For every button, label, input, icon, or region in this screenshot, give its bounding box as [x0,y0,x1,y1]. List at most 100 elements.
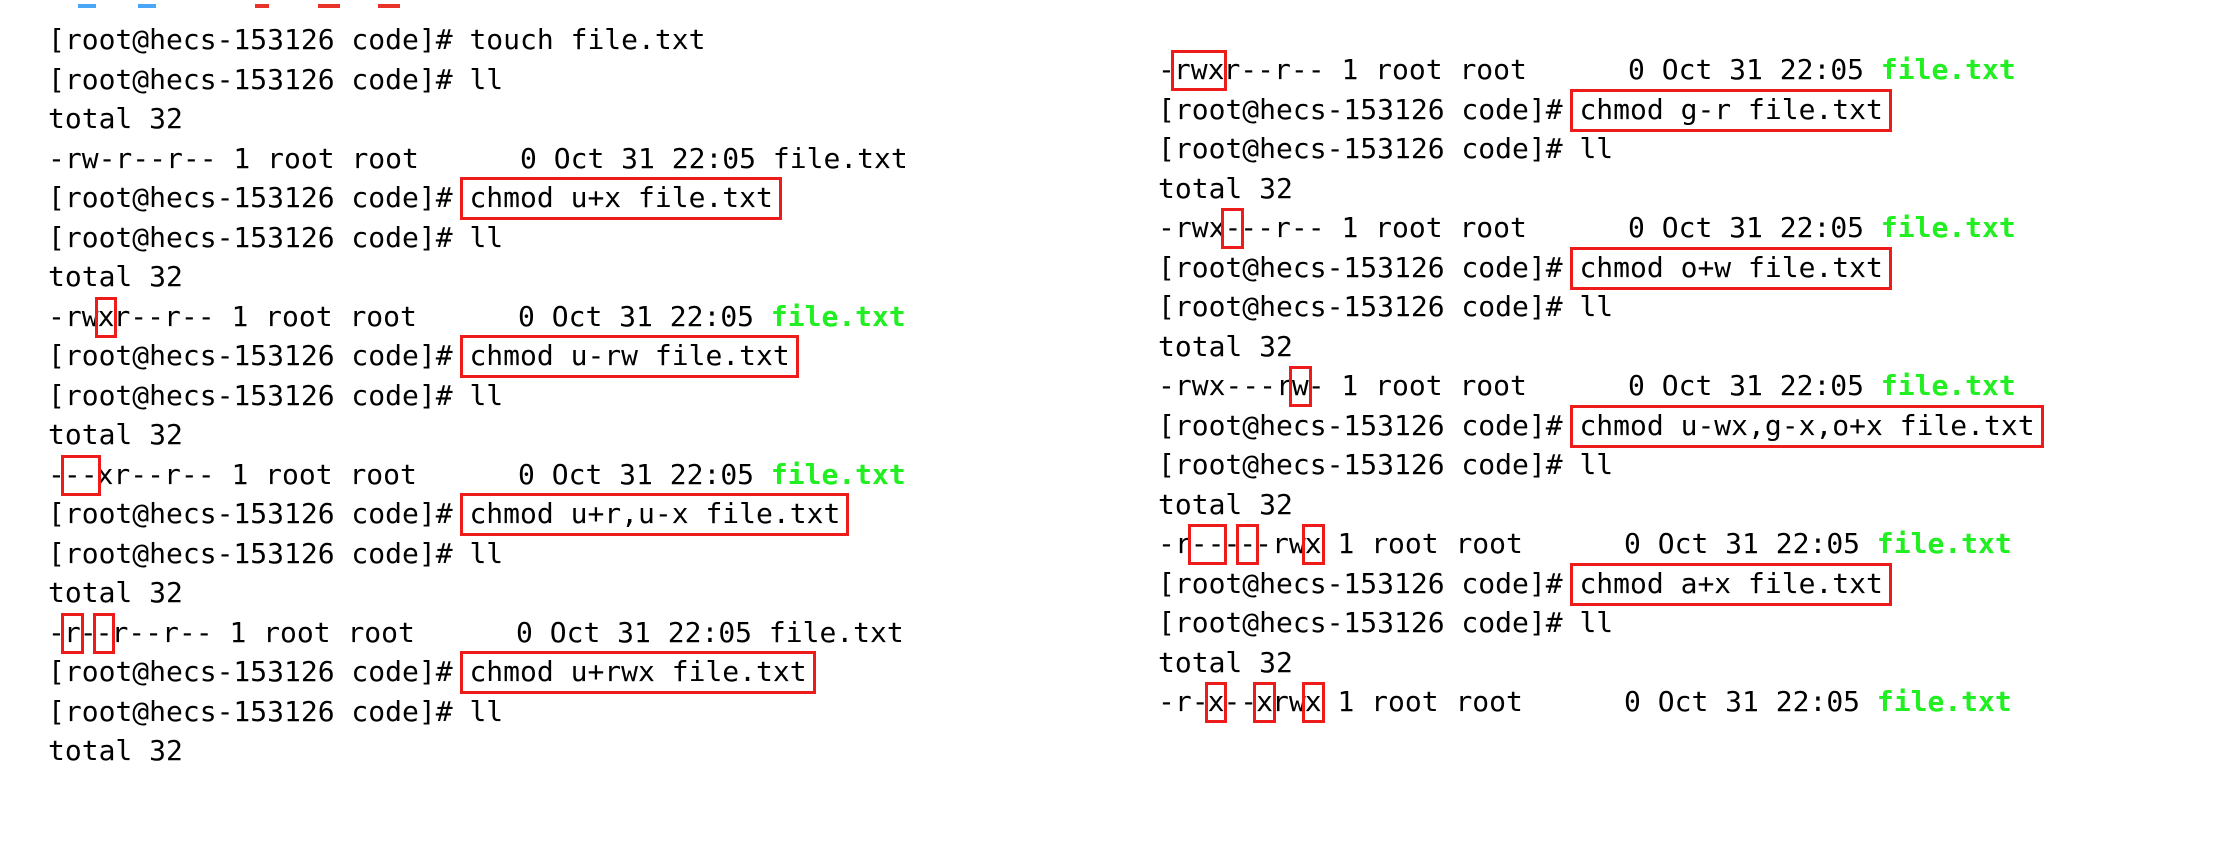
shell-prompt: [root@hecs-153126 code]# [48,536,470,570]
shell-prompt: [root@hecs-153126 code]# [1158,132,1580,165]
terminal-command-line: [root@hecs-153126 code]# ll [48,376,908,416]
shell-command: touch file.txt [469,23,706,56]
listing-filename: file.txt [768,615,904,649]
highlighted-command: chmod a+x file.txt [1570,562,1892,606]
listing-filename: file.txt [1880,53,2016,86]
highlighted-command: chmod u+x file.txt [460,177,782,220]
highlighted-permission-char: x [1301,682,1325,723]
scrolled-line-remnant-0 [78,4,96,8]
shell-prompt: [root@hecs-153126 code]# [1158,92,1580,126]
perm-chars: rw [1272,685,1306,718]
terminal-command-line: [root@hecs-153126 code]# chmod u-wx,g-x,… [1158,404,2044,448]
terminal-command-line: [root@hecs-153126 code]# ll [48,60,908,100]
perm-chars: -r [1158,527,1192,560]
perm-chars: -rw [48,299,99,333]
terminal-output-line: total 32 [48,99,908,139]
shell-prompt: [root@hecs-153126 code]# [1158,606,1580,639]
perm-chars: - [79,615,97,649]
shell-prompt: [root@hecs-153126 code]# [1158,290,1580,323]
highlighted-command: chmod u+rwx file.txt [460,651,816,694]
perm-chars: xr--r-- [96,457,215,491]
shell-prompt: [root@hecs-153126 code]# [48,497,470,530]
file-listing-line: -rw-r--r-- 1 root root 0 Oct 31 22:05 fi… [48,139,908,179]
terminal-output-line: total 32 [48,257,908,297]
shell-prompt: [root@hecs-153126 code]# [48,694,470,728]
shell-command: ll [1579,132,1614,165]
output-text: total 32 [1158,487,1293,521]
perm-chars: -rwx---r [1158,369,1293,402]
file-listing-line: -rwxr--r-- 1 root root 0 Oct 31 22:05 fi… [48,296,908,338]
listing-metadata: 1 root root 0 Oct 31 22:05 [214,299,771,333]
shell-prompt: [root@hecs-153126 code]# [48,23,470,56]
terminal-output-line: total 32 [48,415,908,455]
listing-filename: file.txt [1880,369,2016,402]
perm-chars: -rw [1255,527,1306,560]
shell-prompt: [root@hecs-153126 code]# [1158,250,1580,284]
highlighted-command: chmod u-wx,g-x,o+x file.txt [1570,404,2044,448]
shell-prompt: [root@hecs-153126 code]# [48,655,470,688]
file-listing-line: -r--r--r-- 1 root root 0 Oct 31 22:05 fi… [48,612,908,654]
terminal-command-line: [root@hecs-153126 code]# touch file.txt [48,20,908,60]
highlighted-command: chmod u+r,u-x file.txt [460,493,850,536]
highlighted-permission-char: r [60,612,84,654]
shell-command: ll [469,694,504,728]
shell-prompt: [root@hecs-153126 code]# [1158,566,1580,600]
listing-metadata: 1 root root 0 Oct 31 22:05 [216,141,773,175]
listing-metadata: 1 root root 0 Oct 31 22:05 [1324,211,1881,244]
shell-command: ll [1579,448,1614,481]
perm-chars: -rw-r--r-- [48,141,217,175]
terminal-command-line: [root@hecs-153126 code]# ll [48,534,908,574]
perm-chars: r--r-- [111,615,213,649]
scrolled-line-remnant-1 [138,4,156,8]
output-text: total 32 [48,576,183,609]
file-listing-line: -r-x--xrwx 1 root root 0 Oct 31 22:05 fi… [1158,682,2035,723]
terminal-column-right: -rwxr--r-- 1 root root 0 Oct 31 22:05 fi… [1158,50,2044,723]
terminal-output-line: total 32 [1158,327,2035,367]
listing-metadata: 1 root root 0 Oct 31 22:05 [1324,369,1881,402]
perm-chars: r--r-- [1223,53,1325,86]
output-text: total 32 [1158,329,1293,363]
terminal-command-line: [root@hecs-153126 code]# ll [1158,445,2035,485]
perm-chars: - [1158,53,1175,86]
file-listing-line: -rwx---r-- 1 root root 0 Oct 31 22:05 fi… [1158,208,2035,249]
terminal-command-line: [root@hecs-153126 code]# chmod u+x file.… [48,177,908,220]
perm-chars: --r-- [1240,211,1325,244]
perm-chars: -rwx [1158,211,1226,244]
highlighted-command: chmod o+w file.txt [1570,246,1892,290]
shell-prompt: [root@hecs-153126 code]# [1158,448,1580,481]
output-text: total 32 [1158,171,1293,205]
shell-prompt: [root@hecs-153126 code]# [1158,408,1580,442]
shell-command: ll [1579,606,1614,639]
shell-command: ll [1579,290,1614,323]
terminal-command-line: [root@hecs-153126 code]# ll [1158,287,2035,327]
listing-filename: file.txt [1876,527,2012,560]
highlighted-permission-char: w [1288,366,1312,407]
terminal-output-line: total 32 [48,573,908,613]
highlighted-permission-char: rwx [1170,50,1228,91]
perm-chars: - [1223,527,1241,560]
terminal-command-line: [root@hecs-153126 code]# chmod u+rwx fil… [48,651,908,694]
listing-metadata: 1 root root 0 Oct 31 22:05 [1320,527,1877,560]
highlighted-permission-char: -- [60,454,101,496]
terminal-command-line: [root@hecs-153126 code]# ll [48,218,908,258]
listing-filename: file.txt [1880,211,2016,244]
perm-chars: - [1307,369,1325,402]
terminal-output-line: total 32 [1158,643,2035,683]
output-text: total 32 [1158,645,1293,679]
listing-metadata: 1 root root 0 Oct 31 22:05 [212,615,769,649]
terminal-command-line: [root@hecs-153126 code]# chmod o+w file.… [1158,246,2035,290]
perm-chars: - [48,615,65,649]
perm-chars: -r- [1158,685,1209,718]
terminal-command-line: [root@hecs-153126 code]# ll [1158,603,2035,643]
terminal-command-line: [root@hecs-153126 code]# chmod u-rw file… [48,335,908,378]
terminal-command-line: [root@hecs-153126 code]# ll [1158,129,2035,169]
highlighted-command: chmod g-r file.txt [1570,88,1892,132]
output-text: total 32 [48,734,183,767]
terminal-command-line: [root@hecs-153126 code]# chmod a+x file.… [1158,562,2035,606]
perm-chars: - [48,457,65,491]
terminal-output-line: total 32 [1158,485,2035,525]
shell-prompt: [root@hecs-153126 code]# [48,62,470,96]
scrolled-line-remnant-4 [378,4,400,8]
highlighted-permission-char: - [1221,208,1245,249]
terminal-command-line: [root@hecs-153126 code]# chmod g-r file.… [1158,88,2035,132]
